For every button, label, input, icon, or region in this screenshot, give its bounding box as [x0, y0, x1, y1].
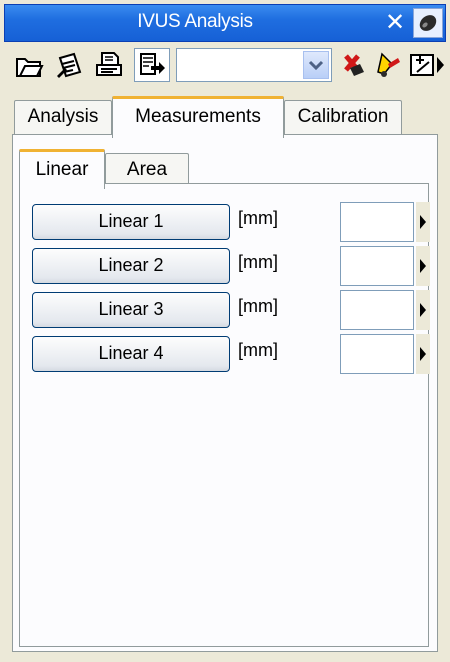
more-arrow-icon[interactable]	[436, 50, 446, 80]
window-title: IVUS Analysis	[137, 11, 253, 32]
chevron-down-icon[interactable]	[303, 51, 329, 79]
linear-3-value[interactable]	[340, 290, 414, 330]
linear-2-arrow-button[interactable]	[416, 246, 430, 286]
delete-red-icon[interactable]	[338, 50, 368, 80]
arrow-right-icon	[420, 303, 426, 317]
export-icon[interactable]	[134, 48, 170, 82]
tab-calibration[interactable]: Calibration	[284, 100, 402, 134]
tab-analysis[interactable]: Analysis	[14, 100, 112, 134]
measurement-row: Linear 2 [mm]	[32, 246, 432, 286]
linear-measurements-panel: Linear 1 [mm] Linear 2 [mm] Linear 3 [mm…	[19, 183, 432, 647]
ivus-analysis-window: IVUS Analysis ✕ Analysis Measurements Ca…	[0, 0, 450, 662]
pin-icon	[419, 15, 437, 31]
arrow-right-icon	[420, 259, 426, 273]
linear-4-button[interactable]: Linear 4	[32, 336, 230, 372]
pin-button[interactable]	[413, 8, 443, 38]
measurement-row: Linear 1 [mm]	[32, 202, 432, 242]
linear-2-button[interactable]: Linear 2	[32, 248, 230, 284]
toolbar	[4, 44, 450, 90]
linear-3-arrow-button[interactable]	[416, 290, 430, 330]
main-tabs: Analysis Measurements Calibration	[14, 96, 414, 138]
subtab-area[interactable]: Area	[105, 153, 189, 187]
add-measurement-icon[interactable]	[408, 50, 438, 80]
linear-4-arrow-button[interactable]	[416, 334, 430, 374]
subtab-linear[interactable]: Linear	[19, 149, 105, 189]
arrow-right-icon	[420, 215, 426, 229]
close-button[interactable]: ✕	[383, 11, 407, 36]
linear-1-button[interactable]: Linear 1	[32, 204, 230, 240]
measurement-row: Linear 3 [mm]	[32, 290, 432, 330]
measurements-panel: Linear Area Linear 1 [mm] Linear 2 [mm]	[12, 134, 438, 652]
toolbar-combo[interactable]	[176, 48, 332, 82]
unit-label: [mm]	[238, 252, 278, 272]
unit-label: [mm]	[238, 208, 278, 228]
unit-label: [mm]	[238, 296, 278, 316]
arrow-right-icon	[420, 347, 426, 361]
title-bar[interactable]: IVUS Analysis ✕	[4, 4, 446, 42]
print-document-icon[interactable]	[94, 50, 124, 80]
edit-document-icon[interactable]	[54, 50, 84, 80]
tab-measurements[interactable]: Measurements	[112, 96, 284, 138]
measurement-row: Linear 4 [mm]	[32, 334, 432, 374]
linear-2-value[interactable]	[340, 246, 414, 286]
linear-3-button[interactable]: Linear 3	[32, 292, 230, 328]
linear-1-value[interactable]	[340, 202, 414, 242]
open-folder-icon[interactable]	[14, 50, 44, 80]
highlight-icon[interactable]	[374, 50, 404, 80]
linear-1-arrow-button[interactable]	[416, 202, 430, 242]
unit-label: [mm]	[238, 340, 278, 360]
linear-4-value[interactable]	[340, 334, 414, 374]
sub-tabs: Linear Area	[19, 147, 219, 189]
